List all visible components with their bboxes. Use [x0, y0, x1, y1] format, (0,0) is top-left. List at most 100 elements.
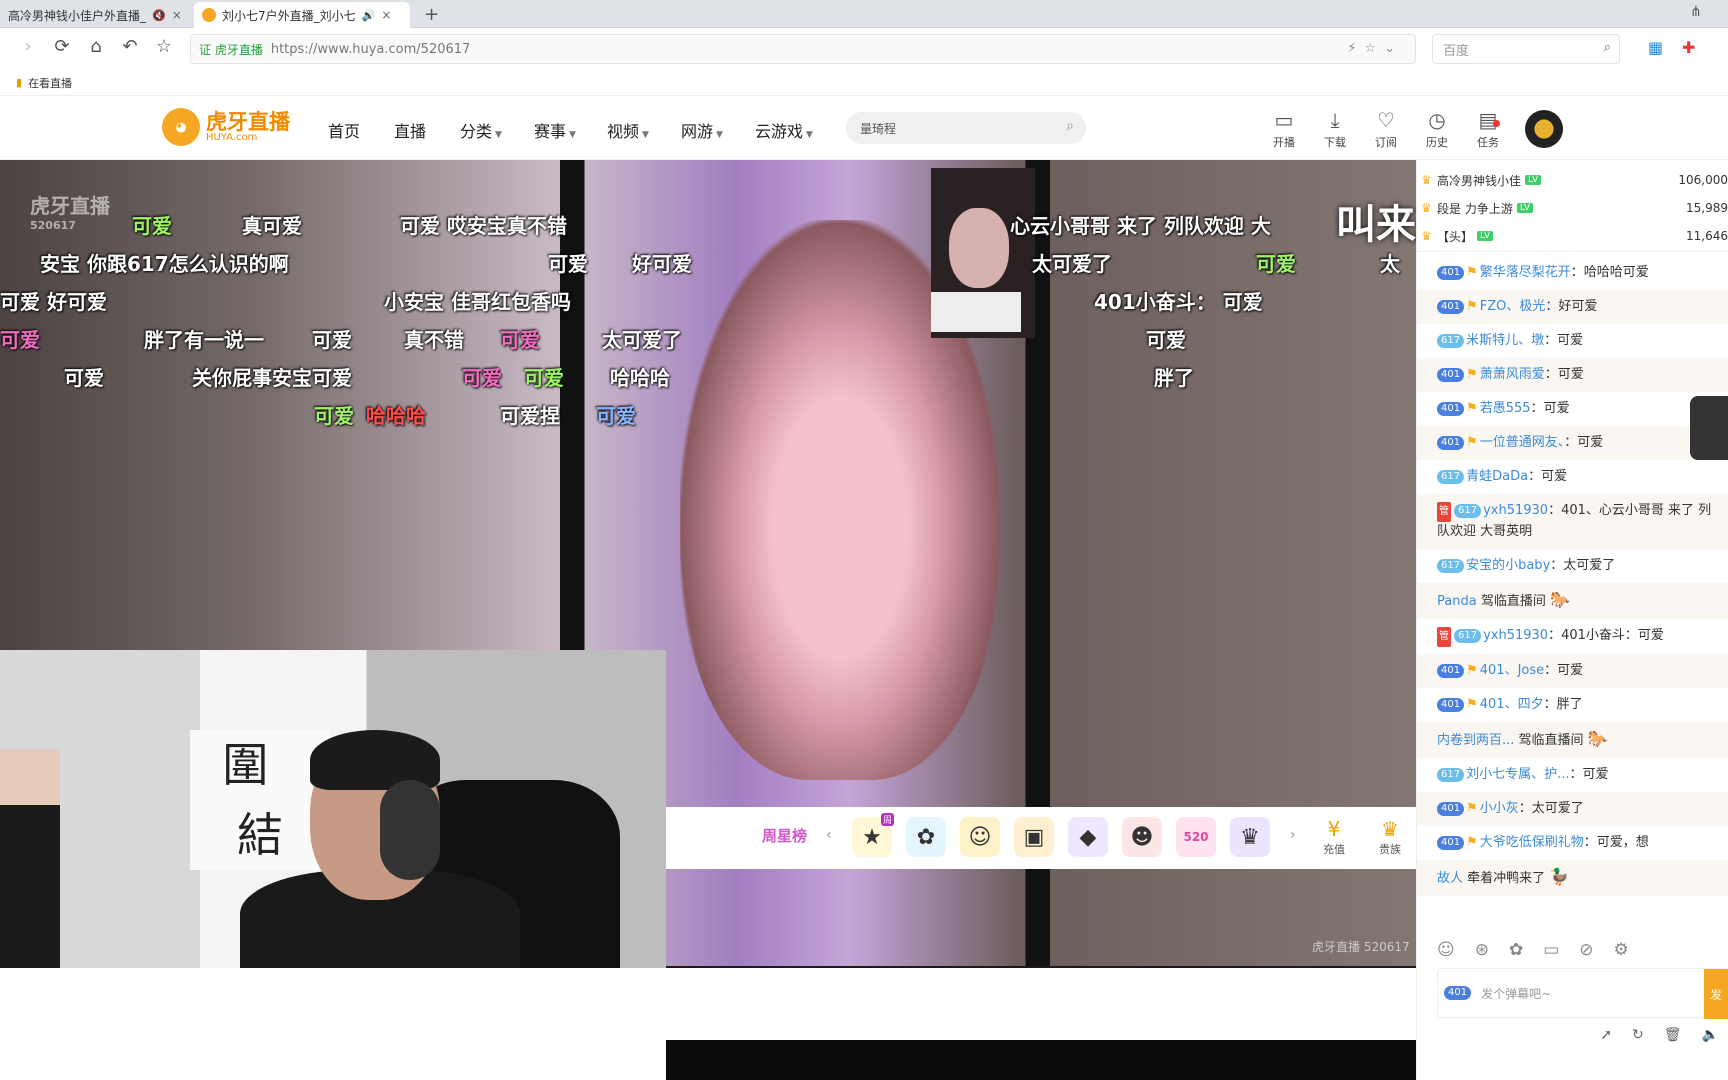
apps-icon[interactable]: ▦: [1648, 38, 1663, 57]
huya-logo[interactable]: ◕ 虎牙直播 HUYA.com: [162, 108, 290, 146]
chat-message: 401 ⚑ 大爷吃低保刷礼物：可爱，想: [1417, 826, 1728, 860]
reload-icon[interactable]: ⟳: [50, 36, 74, 57]
chevron-down-icon: ▼: [569, 130, 576, 140]
chat-message: Panda 驾临直播间 🐎: [1417, 583, 1728, 619]
nav-item-video[interactable]: 视频 ▼: [607, 118, 649, 142]
site-search-value: 量琦程: [860, 121, 897, 136]
gift-item[interactable]: ♛: [1230, 817, 1270, 857]
heart-icon: ♡: [1377, 108, 1395, 132]
nav-item-category[interactable]: 分类 ▼: [460, 118, 502, 142]
url-field[interactable]: 证 虎牙直播 https://www.huya.com/520617 ⚡☆⌄: [190, 34, 1416, 64]
gift-item[interactable]: 520: [1176, 817, 1216, 857]
browser-search-input[interactable]: 百度 ⌕: [1432, 34, 1620, 64]
chat-input[interactable]: 401 发个弹幕吧~ 发: [1437, 968, 1728, 1019]
rank-item[interactable]: ♛ 【头】 LV 11,646: [1417, 222, 1728, 250]
gift-item[interactable]: ☺: [960, 817, 1000, 857]
start-live-button[interactable]: ▭ 开播: [1264, 108, 1304, 150]
nav-item-events[interactable]: 赛事 ▼: [534, 118, 576, 142]
browser-tab-active[interactable]: 刘小七7户外直播_刘小七 🔊 ×: [194, 2, 410, 28]
forward-icon[interactable]: ›: [16, 36, 40, 57]
search-icon[interactable]: ⌕: [1066, 118, 1074, 134]
danmaku: 可爱: [596, 404, 636, 428]
danmaku: 可爱: [132, 214, 172, 238]
share-icon[interactable]: ↻: [1632, 1027, 1644, 1043]
chat-message: 401 ⚑ 小小灰：太可爱了: [1417, 792, 1728, 826]
horse-icon: 🐎: [1587, 729, 1608, 748]
logo-text: 虎牙直播: [206, 110, 290, 134]
bookmarks-bar: ▮ 在看直播: [0, 70, 1728, 96]
browser-tab[interactable]: 高冷男神钱小佳户外直播_ 🔇 ×: [0, 2, 190, 28]
address-bar-row: › ⟳ ⌂ ↶ ☆ 证 虎牙直播 https://www.huya.com/52…: [0, 28, 1728, 70]
gift-bar: 周星榜 ‹ ★ 周 ✿ ☺ ▣ ◆ ☻ 520 ♛ › ¥ 充值 ♛ 贵族: [666, 807, 1416, 869]
weekly-star-rank-button[interactable]: 周星榜: [762, 825, 807, 846]
nav-item-cloud-games[interactable]: 云游戏 ▼: [755, 118, 813, 142]
send-button[interactable]: 发: [1704, 969, 1728, 1019]
nav-item-online-games[interactable]: 网游 ▼: [681, 118, 723, 142]
mute-icon[interactable]: 🔇: [152, 9, 166, 22]
gift-item[interactable]: ☻: [1122, 817, 1162, 857]
chat-message: 617 米斯特儿、墩：可爱: [1417, 324, 1728, 358]
danmaku: 可爱: [524, 366, 564, 390]
nav-item-home[interactable]: 首页: [328, 118, 360, 142]
paw-icon[interactable]: ✿: [1509, 940, 1523, 960]
watermark-top: 虎牙直播 520617: [30, 194, 110, 232]
search-icon[interactable]: ⌕: [1604, 40, 1611, 55]
nav-item-live[interactable]: 直播: [394, 118, 426, 142]
chat-message: 管 617 yxh51930：401小奋斗：可爱: [1417, 619, 1728, 654]
gift-item[interactable]: ▣: [1014, 817, 1054, 857]
close-tab-icon[interactable]: ×: [381, 8, 391, 22]
url-action-icons[interactable]: ⚡☆⌄: [1347, 41, 1403, 56]
volume-icon[interactable]: 🔈: [1702, 1027, 1719, 1043]
rank-item[interactable]: ♛ 高冷男神钱小佳 LV 106,000: [1417, 166, 1728, 194]
huya-favicon-icon: [202, 8, 216, 22]
danmaku: 胖了有一说一: [144, 328, 264, 352]
chat-message: 401 ⚑ 若愚555：可爱: [1417, 392, 1728, 426]
danmaku: 真不错: [404, 328, 464, 352]
subscribe-button[interactable]: ♡ 订阅: [1366, 108, 1406, 150]
chat-message: 401 ⚑ FZO、极光：好可爱: [1417, 290, 1728, 324]
chat-message: 617 刘小七专属、护...：可爱: [1417, 758, 1728, 792]
block-icon[interactable]: ⊘: [1579, 940, 1593, 960]
history-button[interactable]: ◷ 历史: [1417, 108, 1457, 150]
gift-item[interactable]: ★ 周: [852, 813, 894, 857]
chat-message: 401 ⚑ 繁华落尽梨花开：哈哈哈可爱: [1417, 256, 1728, 290]
download-button[interactable]: ⤓ 下载: [1315, 108, 1355, 150]
trash-icon[interactable]: 🗑: [1664, 1027, 1682, 1043]
chat-message-list: 401 ⚑ 繁华落尽梨花开：哈哈哈可爱 401 ⚑ FZO、极光：好可爱 617 米斯特儿…: [1417, 252, 1728, 896]
home-icon[interactable]: ⌂: [84, 36, 108, 57]
game-icon[interactable]: ✚: [1682, 38, 1695, 57]
bookmark-star-icon[interactable]: ☆: [152, 36, 176, 57]
chat-message: 管 617 yxh51930：401、心云小哥哥 来了 列队欢迎 大哥英明: [1417, 494, 1728, 549]
watermark-bottom: 虎牙直播 520617: [1312, 940, 1410, 954]
danmaku: 太可爱了: [602, 328, 682, 352]
side-float-avatar[interactable]: [1690, 396, 1728, 460]
sticker-icon[interactable]: ⊛: [1475, 940, 1489, 960]
user-avatar[interactable]: [1525, 110, 1563, 148]
chat-message: 617 青蛙DaDa：可爱: [1417, 460, 1728, 494]
hang-icon[interactable]: ▭: [1543, 940, 1559, 960]
download-icon: ⤓: [1330, 108, 1340, 132]
browser-menu-icon[interactable]: ⋔: [1690, 4, 1702, 20]
bookmark-item[interactable]: 在看直播: [28, 75, 72, 91]
tasks-button[interactable]: ▤ 任务: [1468, 108, 1508, 150]
gift-next-icon[interactable]: ›: [1290, 827, 1296, 843]
chat-toolbar: ☺ ⊛ ✿ ▭ ⊘ ⚙: [1417, 932, 1728, 968]
gift-item[interactable]: ◆: [1068, 817, 1108, 857]
setting-icon[interactable]: ⚙: [1614, 940, 1629, 960]
danmaku: 可爱: [462, 366, 502, 390]
rocket-icon[interactable]: ➚: [1600, 1027, 1612, 1043]
noble-button[interactable]: ♛ 贵族: [1370, 817, 1410, 857]
sound-icon[interactable]: 🔊: [362, 9, 376, 22]
danmaku: 可爱: [1256, 252, 1296, 276]
emoji-icon[interactable]: ☺: [1437, 940, 1455, 960]
new-tab-button[interactable]: +: [424, 4, 439, 25]
gift-prev-icon[interactable]: ‹: [826, 827, 832, 843]
recharge-button[interactable]: ¥ 充值: [1314, 817, 1354, 857]
gift-item[interactable]: ✿: [906, 817, 946, 857]
undo-icon[interactable]: ↶: [118, 36, 142, 57]
close-tab-icon[interactable]: ×: [172, 8, 182, 22]
site-search-input[interactable]: 量琦程 ⌕: [846, 112, 1086, 144]
danmaku: 可爱: [314, 404, 354, 428]
rank-item[interactable]: ♛ 段是 力争上游 LV 15,989: [1417, 194, 1728, 222]
danmaku: 可爱: [500, 328, 540, 352]
